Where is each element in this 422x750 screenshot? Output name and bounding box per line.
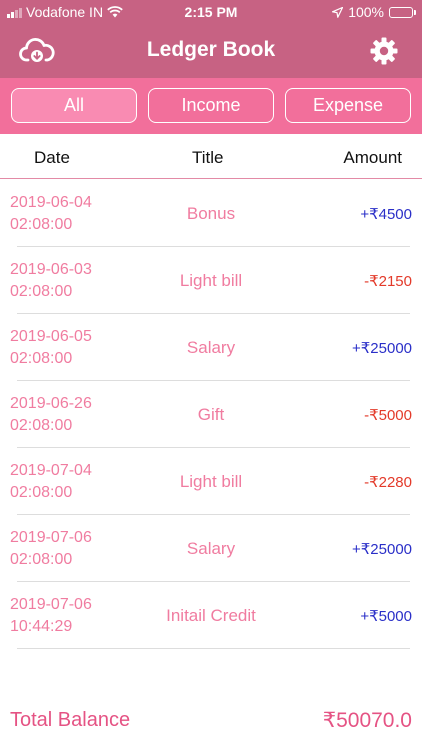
battery-percent: 100%: [348, 4, 384, 20]
filter-all-button[interactable]: All: [11, 88, 137, 123]
row-datetime: 2019-06-05 02:08:00: [10, 326, 92, 370]
row-date: 2019-07-04: [10, 462, 92, 479]
row-amount: -₹2280: [364, 473, 412, 491]
row-date: 2019-06-05: [10, 328, 92, 345]
ledger-list: 2019-06-04 02:08:00 Bonus +₹4500 2019-06…: [0, 180, 422, 649]
row-amount: -₹2150: [364, 272, 412, 290]
row-date: 2019-07-06: [10, 596, 92, 613]
row-datetime: 2019-06-04 02:08:00: [10, 192, 92, 236]
status-bar: Vodafone IN 2:15 PM 100%: [0, 0, 422, 24]
row-amount: +₹4500: [360, 205, 412, 223]
row-title: Light bill: [179, 471, 243, 491]
row-title: Salary: [186, 538, 236, 558]
header-amount: Amount: [343, 148, 402, 167]
row-time: 02:08:00: [10, 216, 73, 233]
table-row[interactable]: 2019-06-03 02:08:00 Light bill -₹2150: [0, 247, 422, 314]
table-row[interactable]: 2019-06-05 02:08:00 Salary +₹25000: [0, 314, 422, 381]
table-row[interactable]: 2019-07-04 02:08:00 Light bill -₹2280: [0, 448, 422, 515]
settings-button[interactable]: [366, 34, 402, 68]
header-title: Title: [192, 148, 224, 167]
header-divider: [0, 178, 422, 179]
row-time: 02:08:00: [10, 551, 73, 568]
gear-icon: [370, 37, 398, 65]
row-date: 2019-06-03: [10, 261, 92, 278]
table-row[interactable]: 2019-06-26 02:08:00 Gift -₹5000: [0, 381, 422, 448]
row-datetime: 2019-07-06 02:08:00: [10, 527, 92, 571]
row-datetime: 2019-06-26 02:08:00: [10, 393, 92, 437]
row-amount: +₹25000: [351, 339, 412, 357]
row-time: 02:08:00: [10, 283, 73, 300]
row-time: 02:08:00: [10, 350, 73, 367]
row-amount: -₹5000: [364, 406, 412, 424]
total-balance-value: ₹50070.0: [322, 709, 412, 732]
row-date: 2019-06-26: [10, 395, 92, 412]
row-time: 02:08:00: [10, 484, 73, 501]
row-datetime: 2019-07-06 10:44:29: [10, 594, 92, 638]
row-title: Light bill: [179, 270, 243, 290]
table-header: Date Title Amount: [0, 134, 422, 179]
row-datetime: 2019-07-04 02:08:00: [10, 460, 92, 504]
row-amount: +₹25000: [351, 540, 412, 558]
row-time: 10:44:29: [10, 618, 73, 635]
row-title: Salary: [186, 337, 236, 357]
location-arrow-icon: [332, 6, 344, 18]
table-row[interactable]: 2019-07-06 10:44:29 Initail Credit +₹500…: [0, 582, 422, 649]
row-date: 2019-06-04: [10, 194, 92, 211]
filter-expense-button[interactable]: Expense: [285, 88, 411, 123]
page-title: Ledger Book: [146, 38, 276, 61]
row-time: 02:08:00: [10, 417, 73, 434]
header-date: Date: [34, 148, 70, 167]
filter-income-button[interactable]: Income: [148, 88, 274, 123]
total-balance-label: Total Balance: [10, 709, 131, 731]
filter-bar: All Income Expense: [0, 78, 422, 134]
row-datetime: 2019-06-03 02:08:00: [10, 259, 92, 303]
table-row[interactable]: 2019-06-04 02:08:00 Bonus +₹4500: [0, 180, 422, 247]
row-title: Gift: [197, 404, 225, 424]
nav-bar: Ledger Book: [0, 24, 422, 78]
battery-icon: [389, 6, 416, 18]
row-title: Initail Credit: [166, 605, 256, 625]
row-amount: +₹5000: [360, 607, 412, 625]
row-title: Bonus: [186, 203, 236, 223]
status-right: 100%: [332, 4, 416, 20]
table-row[interactable]: 2019-07-06 02:08:00 Salary +₹25000: [0, 515, 422, 582]
row-date: 2019-07-06: [10, 529, 92, 546]
